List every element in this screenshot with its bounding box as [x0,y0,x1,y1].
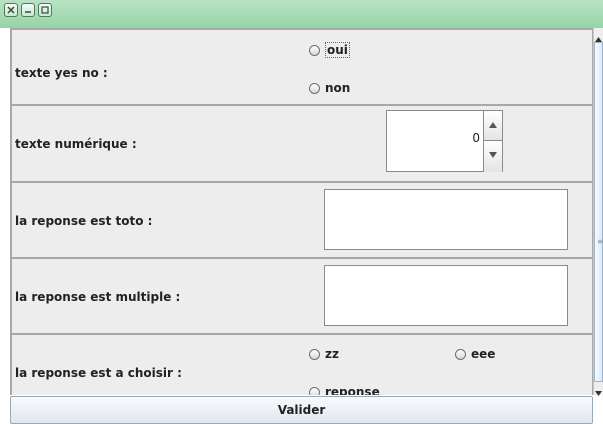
radio-reponse[interactable]: reponse [309,385,380,395]
text-field-toto[interactable] [324,189,568,250]
row-numeric: texte numérique : [10,106,593,183]
row-label: la reponse est multiple : [15,290,181,304]
minimize-icon[interactable] [21,3,35,17]
radio-circle-icon [455,348,466,360]
radio-label: eee [471,347,496,361]
spinner-up-button[interactable] [483,111,502,141]
radio-eee[interactable]: eee [455,347,495,361]
row-choice: la reponse est a choisir : zz eee repons… [10,335,593,395]
radio-circle-icon [309,82,320,94]
row-label: texte yes no : [15,66,108,80]
close-icon[interactable] [4,3,18,17]
text-field-multiple[interactable] [324,265,568,326]
radio-non[interactable]: non [309,81,350,95]
spinner-down-button[interactable] [483,141,502,172]
spinner-value: 0 [472,131,480,145]
radio-circle-icon [309,348,320,360]
numeric-spinner[interactable]: 0 [386,110,503,172]
form-panel: texte yes no : oui non texte numérique :… [10,28,593,395]
radio-label: non [325,81,351,95]
radio-oui[interactable]: oui [309,42,350,58]
row-label: la reponse est a choisir : [15,366,182,380]
maximize-icon[interactable] [38,3,52,17]
radio-label: reponse [325,385,380,395]
row-label: texte numérique : [15,137,137,151]
row-yes-no: texte yes no : oui non [10,28,593,106]
grip-icon: ≡ [597,237,603,246]
scrollbar-thumb[interactable]: ≡ [594,42,603,382]
radio-label: oui [325,42,350,58]
radio-circle-icon [309,386,320,395]
title-bar [0,0,603,28]
vertical-scrollbar[interactable]: ≡ [593,28,603,396]
scroll-down-icon[interactable] [595,385,602,399]
radio-circle-icon [309,44,320,56]
radio-zz[interactable]: zz [309,347,339,361]
radio-label: zz [325,347,339,361]
validate-button[interactable]: Valider [10,396,593,424]
row-label: la reponse est toto : [15,214,153,228]
